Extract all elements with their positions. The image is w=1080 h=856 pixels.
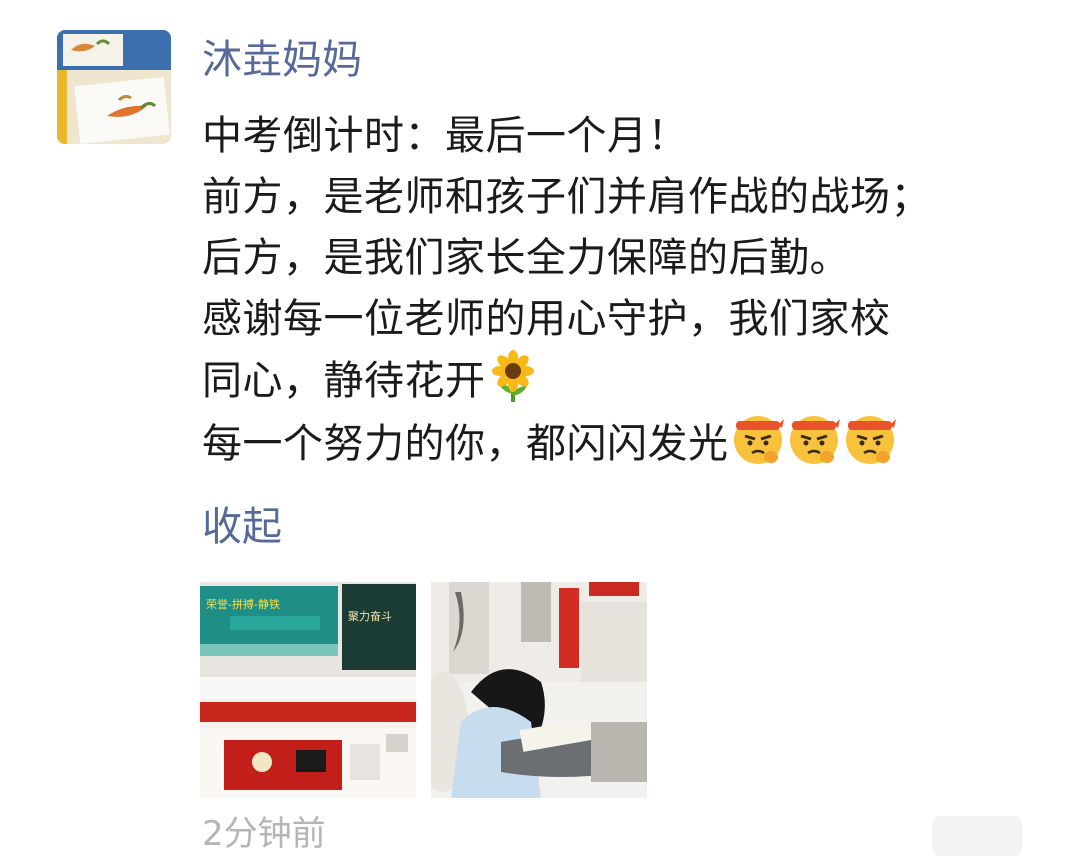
post-line-6: 每一个努力的你，都闪闪发光 xyxy=(202,421,729,467)
timestamp: 2分钟前 xyxy=(202,814,326,854)
determined-face-icon xyxy=(843,411,897,483)
determined-face-icon xyxy=(731,411,785,483)
avatar-image xyxy=(57,30,171,144)
avatar[interactable] xyxy=(57,30,171,144)
collapse-link[interactable]: 收起 xyxy=(202,497,282,557)
student-studying-photo[interactable] xyxy=(431,582,647,798)
post-line-6-wrap: 每一个努力的你，都闪闪发光 xyxy=(202,411,1032,472)
screen-banner-text: 荣誉-拼搏-静铁 xyxy=(206,597,280,611)
author-name[interactable]: 沐垚妈妈 xyxy=(202,30,362,90)
sunflower-icon xyxy=(488,350,538,420)
classroom-photo[interactable]: 荣誉-拼搏-静铁 聚力奋斗 xyxy=(200,582,416,798)
post-line-5: 同心，静待花开 xyxy=(202,358,486,404)
post-line-3: 后方，是我们家长全力保障的后勤。 xyxy=(202,235,850,281)
post-text: 中考倒计时：最后一个月！ 前方，是老师和孩子们并肩作战的战场； 后方，是我们家长… xyxy=(202,106,1032,472)
board-text: 聚力奋斗 xyxy=(348,609,392,623)
more-options-button[interactable] xyxy=(932,816,1022,856)
post-line-4: 感谢每一位老师的用心守护，我们家校 xyxy=(202,296,891,342)
post-line-1: 中考倒计时：最后一个月！ xyxy=(202,113,688,159)
post-line-2: 前方，是老师和孩子们并肩作战的战场； xyxy=(202,174,931,220)
post-line-5-wrap: 同心，静待花开 xyxy=(202,350,1032,411)
determined-face-icon xyxy=(787,411,841,483)
